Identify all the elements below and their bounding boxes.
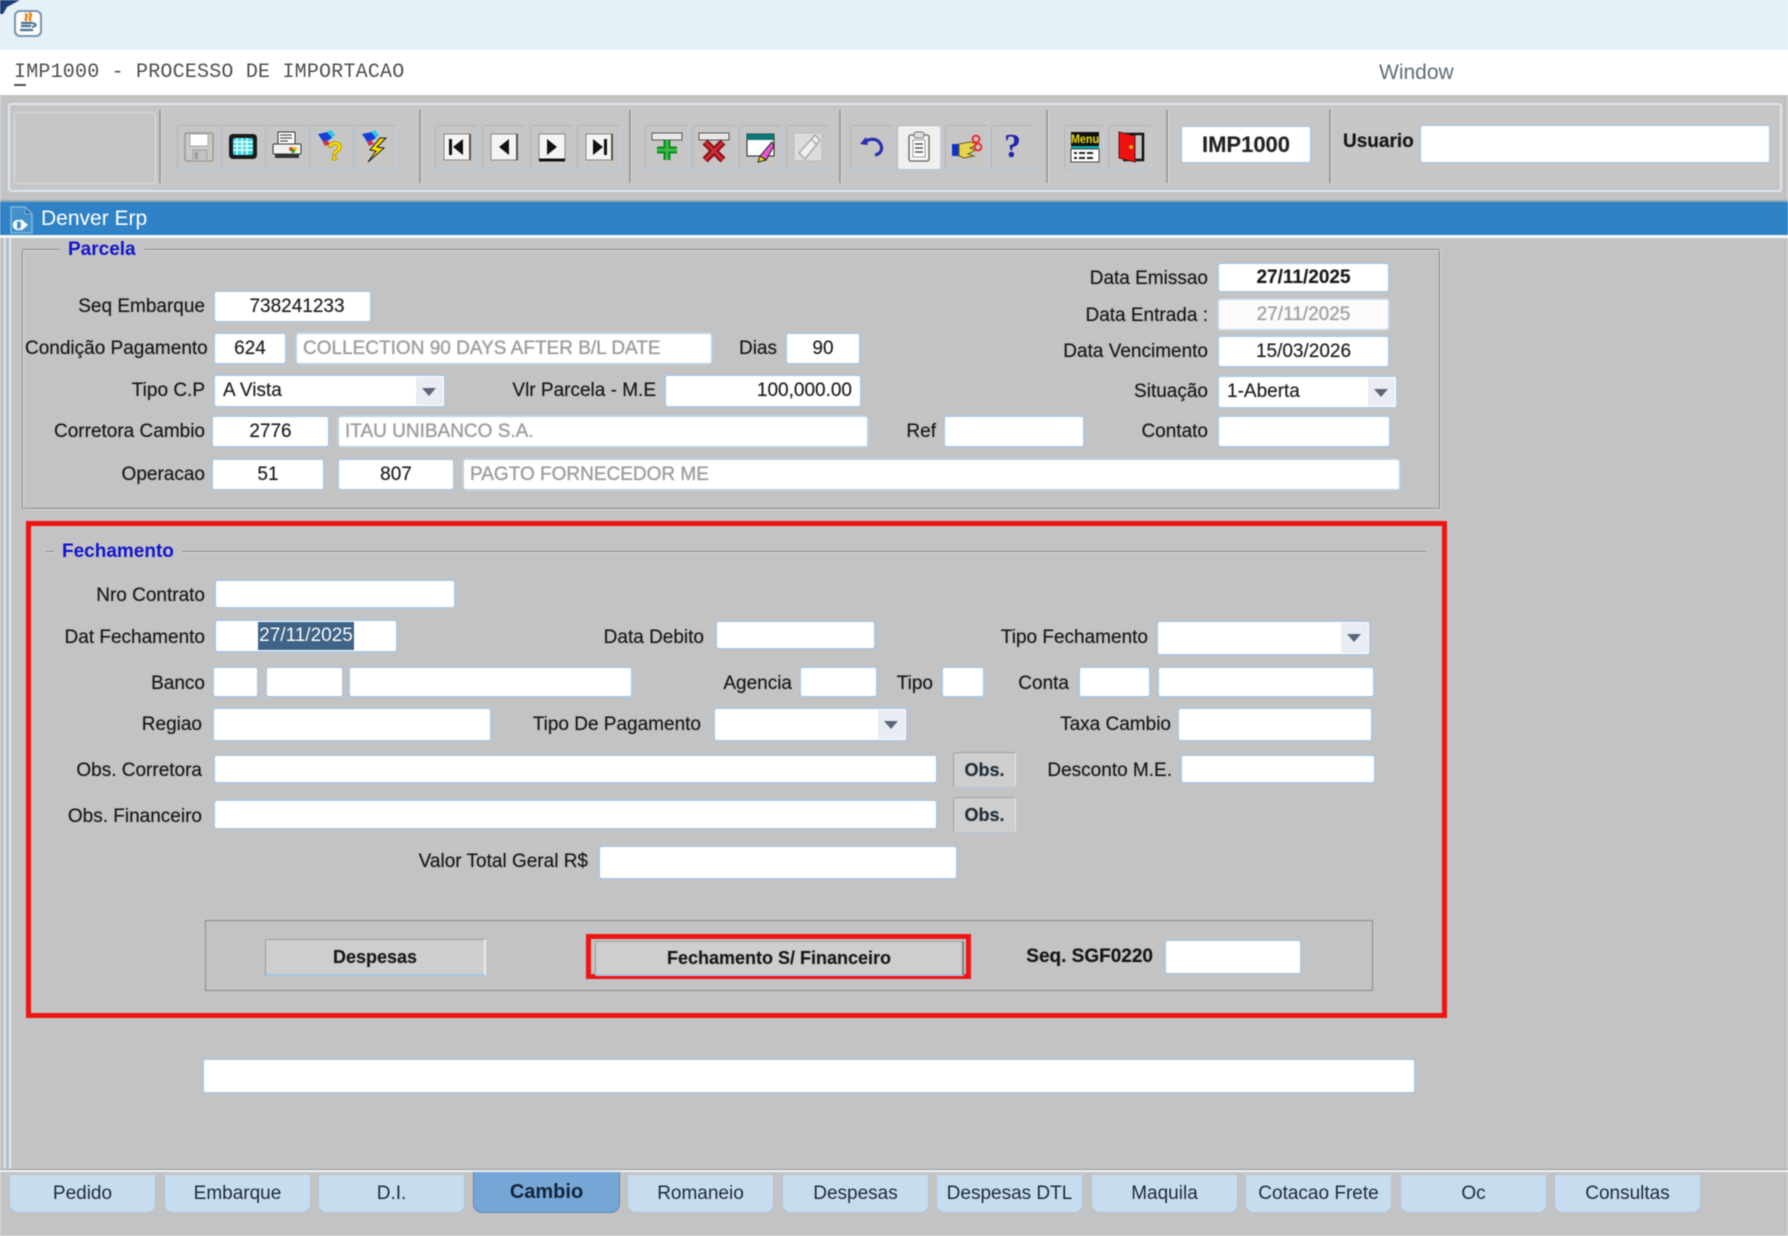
- svg-text:Menu: Menu: [1071, 132, 1099, 146]
- svg-text:?: ?: [327, 136, 343, 164]
- svg-text:?: ?: [1004, 130, 1021, 164]
